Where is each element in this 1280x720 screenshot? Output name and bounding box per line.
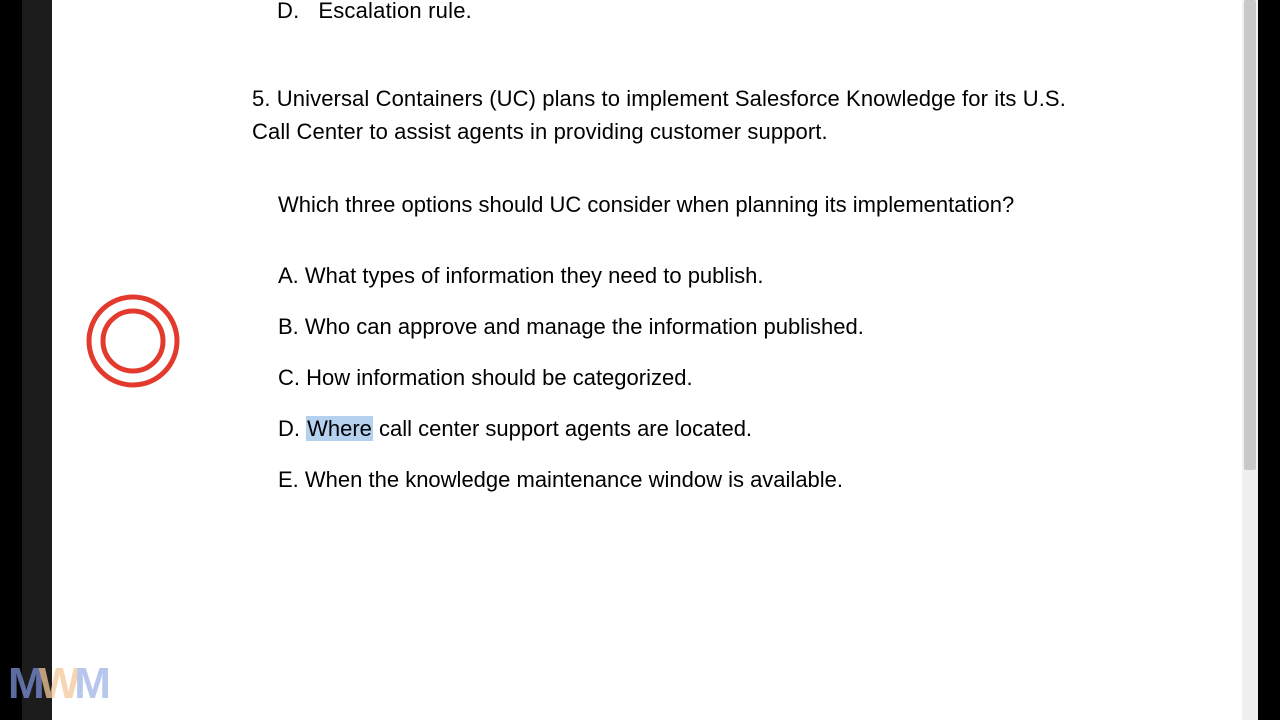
q5-stem-text: Universal Containers (UC) plans to imple… (252, 86, 1066, 144)
q5-option-e: E. When the knowledge maintenance window… (278, 463, 1072, 496)
q5-subquestion: Which three options should UC consider w… (252, 188, 1072, 221)
q5-option-b-text: Who can approve and manage the informati… (305, 314, 864, 339)
q5-option-b: B. Who can approve and manage the inform… (278, 310, 1072, 343)
q5-option-d-letter: D. (278, 416, 300, 441)
q5-option-e-text: When the knowledge maintenance window is… (305, 467, 843, 492)
q5-option-d-rest: call center support agents are located. (373, 416, 752, 441)
annotation-double-circle (85, 293, 181, 389)
document-content: D. Escalation rule. 5. Universal Contain… (52, 0, 1252, 496)
logo-letter-m2: M (74, 659, 105, 708)
q5-option-c-text: How information should be categorized. (306, 365, 692, 390)
q4-option-d-letter: D. (277, 0, 299, 23)
q5-option-d: D. Where call center support agents are … (278, 412, 1072, 445)
scrollbar-track[interactable] (1242, 0, 1258, 720)
q5-options: A. What types of information they need t… (252, 259, 1072, 496)
q5-option-b-letter: B. (278, 314, 299, 339)
q5-option-a-letter: A. (278, 263, 299, 288)
q5-stem: 5. Universal Containers (UC) plans to im… (252, 82, 1072, 148)
q5-option-c-letter: C. (278, 365, 300, 390)
q5-option-c: C. How information should be categorized… (278, 361, 1072, 394)
watermark-logo: MWM (8, 662, 105, 706)
video-frame-border: D. Escalation rule. 5. Universal Contain… (22, 0, 1258, 720)
q5-option-a: A. What types of information they need t… (278, 259, 1072, 292)
q5-block: 5. Universal Containers (UC) plans to im… (252, 0, 1072, 496)
q4-option-d-text: Escalation rule. (318, 0, 472, 23)
logo-letter-w: W (39, 659, 75, 708)
q5-number: 5. (252, 86, 271, 111)
document-page: D. Escalation rule. 5. Universal Contain… (52, 0, 1252, 720)
q5-option-e-letter: E. (278, 467, 299, 492)
scrollbar-thumb[interactable] (1244, 0, 1256, 470)
q5-option-a-text: What types of information they need to p… (305, 263, 764, 288)
q5-option-d-highlighted: Where (306, 416, 373, 441)
logo-letter-m1: M (8, 659, 39, 708)
double-circle-icon (85, 293, 181, 389)
q4-option-d: D. Escalation rule. (277, 0, 472, 27)
